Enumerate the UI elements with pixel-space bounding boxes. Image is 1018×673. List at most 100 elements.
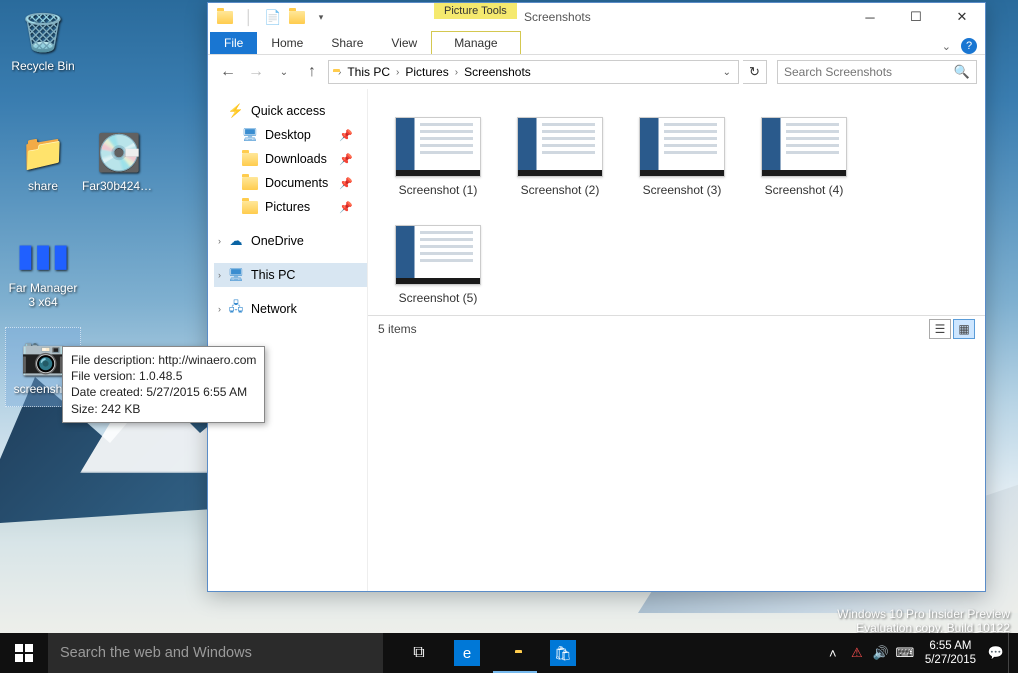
tab-share[interactable]: Share: [317, 32, 377, 54]
clock-time: 6:55 AM: [925, 639, 976, 653]
store-icon: 🛍: [550, 640, 576, 666]
sidebar-item-label: This PC: [251, 268, 295, 282]
taskbar-explorer[interactable]: [491, 633, 539, 673]
breadcrumb-screenshots[interactable]: Screenshots: [460, 65, 535, 79]
help-icon[interactable]: ?: [961, 38, 977, 54]
ribbon-expand-icon[interactable]: ⌄: [942, 40, 951, 53]
recent-dropdown-icon[interactable]: ⌄: [272, 60, 296, 84]
sidebar-item-pictures[interactable]: Pictures 📌: [214, 195, 367, 219]
tab-home[interactable]: Home: [257, 32, 317, 54]
file-item[interactable]: Screenshot (5): [392, 225, 484, 305]
taskbar-search[interactable]: Search the web and Windows: [48, 633, 383, 673]
taskview-icon: ⧉: [413, 644, 424, 662]
file-label: Screenshot (2): [521, 183, 600, 197]
tab-file[interactable]: File: [210, 32, 257, 54]
chevron-right-icon[interactable]: ›: [453, 67, 460, 78]
search-placeholder: Search the web and Windows: [60, 645, 252, 661]
watermark-line: Windows 10 Pro Insider Preview: [837, 607, 1010, 621]
sidebar-item-downloads[interactable]: Downloads 📌: [214, 147, 367, 171]
file-label: Screenshot (5): [399, 291, 478, 305]
search-box[interactable]: 🔍: [777, 60, 977, 84]
sidebar-onedrive[interactable]: › ☁ OneDrive: [214, 229, 367, 253]
details-view-button[interactable]: ☰: [929, 319, 951, 339]
content-pane: Screenshot (1) Screenshot (2) Screenshot…: [368, 89, 985, 591]
expand-icon[interactable]: ›: [218, 304, 221, 314]
breadcrumb-root[interactable]: This PC: [343, 65, 394, 79]
icon-label: share: [28, 179, 58, 193]
sidebar-this-pc[interactable]: › 🖥 This PC: [214, 263, 367, 287]
refresh-button[interactable]: ↻: [743, 60, 767, 84]
windows-logo-icon: [15, 644, 33, 662]
address-bar[interactable]: › This PC › Pictures › Screenshots ⌄: [328, 60, 739, 84]
new-folder-icon[interactable]: [288, 8, 306, 26]
action-center-icon[interactable]: 💬: [984, 633, 1008, 673]
system-tray: ˄ ⚠ 🔊 ⌨ 6:55 AM 5/27/2015 💬: [821, 633, 1018, 673]
sidebar-quick-access[interactable]: ⚡ Quick access: [214, 99, 367, 123]
tooltip-line: Size: 242 KB: [71, 401, 256, 417]
clock[interactable]: 6:55 AM 5/27/2015: [917, 639, 984, 668]
properties-icon[interactable]: 📄: [264, 8, 282, 26]
file-item[interactable]: Screenshot (4): [758, 117, 850, 197]
app-icon: ▮▮▮: [19, 231, 67, 279]
quick-access-toolbar: │ 📄 ▾: [208, 8, 330, 26]
thumbnail-icon: [761, 117, 847, 177]
folder-icon: [216, 8, 234, 26]
camera-icon: 📷: [19, 332, 67, 380]
sidebar-network[interactable]: › 🖧 Network: [214, 297, 367, 321]
forward-button[interactable]: →: [244, 60, 268, 84]
taskbar-store[interactable]: 🛍: [539, 633, 587, 673]
network-icon[interactable]: ⚠: [845, 633, 869, 673]
taskbar-edge[interactable]: e: [443, 633, 491, 673]
tray-overflow-icon[interactable]: ˄: [821, 633, 845, 673]
nav-toolbar: ← → ⌄ ↑ › This PC › Pictures › Screensho…: [208, 55, 985, 89]
up-button[interactable]: ↑: [300, 60, 324, 84]
trash-icon: 🗑️: [19, 9, 67, 57]
recycle-bin-icon[interactable]: 🗑️ Recycle Bin: [5, 5, 81, 85]
file-grid[interactable]: Screenshot (1) Screenshot (2) Screenshot…: [368, 89, 985, 315]
back-button[interactable]: ←: [216, 60, 240, 84]
cloud-icon: ☁: [228, 233, 244, 249]
thumbnails-view-button[interactable]: ▦: [953, 319, 975, 339]
sidebar-item-documents[interactable]: Documents 📌: [214, 171, 367, 195]
keyboard-icon[interactable]: ⌨: [893, 633, 917, 673]
minimize-button[interactable]: ─: [847, 3, 893, 31]
address-dropdown-icon[interactable]: ⌄: [723, 67, 734, 78]
titlebar[interactable]: │ 📄 ▾ Picture Tools Screenshots ─ ☐ ✕: [208, 3, 985, 31]
tooltip-line: File version: 1.0.48.5: [71, 368, 256, 384]
file-item[interactable]: Screenshot (2): [514, 117, 606, 197]
sidebar-item-label: Downloads: [265, 152, 327, 166]
share-folder-icon[interactable]: 📁 share: [5, 125, 81, 205]
edge-icon: e: [454, 640, 480, 666]
network-icon: 🖧: [228, 301, 244, 317]
thumbnail-icon: [395, 225, 481, 285]
task-view-button[interactable]: ⧉: [395, 633, 443, 673]
chevron-right-icon[interactable]: ›: [394, 67, 401, 78]
installer-icon: 💽: [95, 129, 143, 177]
documents-icon: [242, 175, 258, 191]
maximize-button[interactable]: ☐: [893, 3, 939, 31]
volume-icon[interactable]: 🔊: [869, 633, 893, 673]
start-button[interactable]: [0, 633, 48, 673]
file-label: Screenshot (1): [399, 183, 478, 197]
sidebar-item-label: Documents: [265, 176, 328, 190]
file-label: Screenshot (3): [643, 183, 722, 197]
file-item[interactable]: Screenshot (3): [636, 117, 728, 197]
icon-label: Far30b4242....: [82, 179, 156, 193]
search-input[interactable]: [784, 65, 954, 79]
tab-view[interactable]: View: [377, 32, 431, 54]
far-installer-icon[interactable]: 💽 Far30b4242....: [81, 125, 157, 205]
file-item[interactable]: Screenshot (1): [392, 117, 484, 197]
divider: │: [240, 8, 258, 26]
qat-dropdown-icon[interactable]: ▾: [312, 8, 330, 26]
tab-manage[interactable]: Manage: [431, 31, 520, 54]
close-button[interactable]: ✕: [939, 3, 985, 31]
status-item-count: 5 items: [378, 322, 417, 336]
show-desktop-button[interactable]: [1008, 633, 1014, 673]
sidebar-item-desktop[interactable]: 🖥 Desktop 📌: [214, 123, 367, 147]
expand-icon[interactable]: ›: [218, 236, 221, 246]
far-manager-icon[interactable]: ▮▮▮ Far Manager 3 x64: [5, 227, 81, 319]
search-icon[interactable]: 🔍: [954, 64, 970, 80]
breadcrumb-pictures[interactable]: Pictures: [401, 65, 452, 79]
pictures-icon: [242, 199, 258, 215]
expand-icon[interactable]: ›: [218, 270, 221, 280]
